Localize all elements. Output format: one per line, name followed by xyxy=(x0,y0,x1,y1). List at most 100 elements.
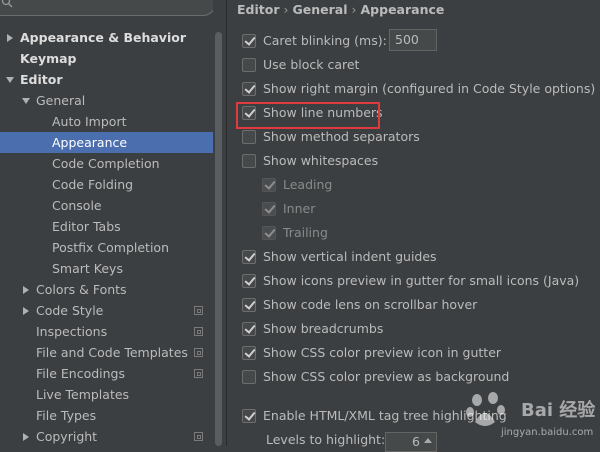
tree-item-label: Editor Tabs xyxy=(52,219,121,234)
project-scope-icon xyxy=(194,432,203,441)
tree-item-label: Code Folding xyxy=(52,177,134,192)
paw-logo-icon xyxy=(466,392,505,426)
tree-item-label: File and Code Templates xyxy=(36,345,188,360)
indent-guides-checkbox[interactable] xyxy=(242,250,256,264)
breadcrumb-separator: › xyxy=(283,2,289,17)
css-color-bg-checkbox[interactable] xyxy=(242,370,256,384)
tree-item-label: File Encodings xyxy=(36,366,126,381)
tree-item-general[interactable]: General xyxy=(0,90,213,111)
caret-blinking-checkbox[interactable] xyxy=(242,34,256,48)
tree-item-label: Console xyxy=(52,198,102,213)
tree-item-label: Code Completion xyxy=(52,156,160,171)
tree-item-inspections[interactable]: Inspections xyxy=(0,321,213,342)
caret-blinking-ms-input[interactable]: 500 xyxy=(389,29,437,51)
appearance-settings-panel: Editor › General › Appearance Caret blinking… xyxy=(227,0,600,452)
option-label: Show breadcrumbs xyxy=(263,321,384,336)
tree-item-editor[interactable]: Editor xyxy=(0,69,213,90)
option-label: Use block caret xyxy=(263,57,360,72)
tree-item-file-encodings[interactable]: File Encodings xyxy=(0,363,213,384)
option-label: Show method separators xyxy=(263,129,420,144)
breadcrumb-item: Editor xyxy=(237,2,280,17)
expand-arrow-icon[interactable] xyxy=(23,433,29,441)
option-label: Inner xyxy=(283,201,316,216)
tree-item-label: Inspections xyxy=(36,324,108,339)
icons-preview-checkbox[interactable] xyxy=(242,274,256,288)
option-label: Show right margin (configured in Code St… xyxy=(263,81,596,96)
trailing-checkbox[interactable] xyxy=(262,226,276,240)
breadcrumbs-checkbox[interactable] xyxy=(242,322,256,336)
tree-item-file-code-templates[interactable]: File and Code Templates xyxy=(0,342,213,363)
option-label: Show whitespaces xyxy=(263,153,379,168)
tree-item-appearance-behavior[interactable]: Appearance & Behavior xyxy=(0,27,213,48)
tree-item-colors-fonts[interactable]: Colors & Fonts xyxy=(0,279,213,300)
tree-item-appearance[interactable]: Appearance xyxy=(0,132,213,153)
breadcrumb-item: General xyxy=(292,2,348,17)
tree-item-label: Colors & Fonts xyxy=(36,282,127,297)
project-scope-icon xyxy=(194,348,203,357)
expand-arrow-icon[interactable] xyxy=(23,307,29,315)
css-color-icon-checkbox[interactable] xyxy=(242,346,256,360)
right-margin-checkbox[interactable] xyxy=(242,82,256,96)
tree-item-code-folding[interactable]: Code Folding xyxy=(0,174,213,195)
tree-item-code-completion[interactable]: Code Completion xyxy=(0,153,213,174)
tree-item-smart-keys[interactable]: Smart Keys xyxy=(0,258,213,279)
tree-item-label: General xyxy=(36,93,86,108)
collapse-arrow-icon[interactable] xyxy=(22,98,30,104)
tree-item-console[interactable]: Console xyxy=(0,195,213,216)
watermark-url: jingyan.baidu.com xyxy=(501,427,594,438)
tree-item-code-style[interactable]: Code Style xyxy=(0,300,213,321)
tree-item-label: Copyright xyxy=(36,429,98,444)
option-label: Show CSS color preview as background xyxy=(263,369,510,384)
baidu-jingyan-watermark: Bai 经验 jingyan.baidu.com xyxy=(463,390,600,446)
tree-item-copyright[interactable]: Copyright xyxy=(0,426,213,446)
levels-to-highlight-label: Levels to highlight: xyxy=(266,432,386,447)
html-tag-tree-checkbox[interactable] xyxy=(242,409,256,423)
tree-item-label: Keymap xyxy=(20,51,77,66)
levels-to-highlight-spinner[interactable]: 6 xyxy=(385,432,437,452)
watermark-brand: Bai 经验 xyxy=(521,400,596,421)
tree-item-label: Appearance & Behavior xyxy=(20,30,186,45)
breadcrumb: Editor › General › Appearance xyxy=(237,1,444,19)
tree-item-postfix-completion[interactable]: Postfix Completion xyxy=(0,237,213,258)
tree-item-label: Editor xyxy=(20,72,63,87)
tree-item-label: Postfix Completion xyxy=(52,240,169,255)
spinner-up-icon[interactable] xyxy=(424,438,432,443)
settings-search-input[interactable] xyxy=(0,0,213,16)
whitespaces-checkbox[interactable] xyxy=(242,154,256,168)
block-caret-checkbox[interactable] xyxy=(242,58,256,72)
tree-item-label: Code Style xyxy=(36,303,104,318)
inner-checkbox[interactable] xyxy=(262,202,276,216)
tree-item-editor-tabs[interactable]: Editor Tabs xyxy=(0,216,213,237)
project-scope-icon xyxy=(194,306,203,315)
option-label: Show CSS color preview icon in gutter xyxy=(263,345,502,360)
tree-item-label: File Types xyxy=(36,408,97,423)
spinner-value: 6 xyxy=(412,434,420,449)
option-label: Show icons preview in gutter for small i… xyxy=(263,273,580,288)
project-scope-icon xyxy=(194,327,203,336)
collapse-arrow-icon[interactable] xyxy=(6,77,14,83)
option-label: Show code lens on scrollbar hover xyxy=(263,297,478,312)
expand-arrow-icon[interactable] xyxy=(23,286,29,294)
option-label: Leading xyxy=(283,177,333,192)
annotation-highlight-box xyxy=(236,102,380,129)
tree-item-label: Smart Keys xyxy=(52,261,123,276)
option-label: Caret blinking (ms): xyxy=(263,33,387,48)
breadcrumb-item: Appearance xyxy=(360,2,445,17)
tree-item-label: Appearance xyxy=(52,135,128,150)
settings-sidebar: Appearance & Behavior Keymap Editor Gene… xyxy=(0,0,213,446)
tree-item-file-types[interactable]: File Types xyxy=(0,405,213,426)
leading-checkbox[interactable] xyxy=(262,178,276,192)
option-label: Trailing xyxy=(283,225,328,240)
tree-item-auto-import[interactable]: Auto Import xyxy=(0,111,213,132)
project-scope-icon xyxy=(194,369,203,378)
sidebar-scrollbar-thumb[interactable] xyxy=(215,32,222,446)
code-lens-checkbox[interactable] xyxy=(242,298,256,312)
breadcrumb-separator: › xyxy=(351,2,357,17)
search-icon xyxy=(1,0,13,11)
expand-arrow-icon[interactable] xyxy=(7,34,13,42)
tree-item-label: Live Templates xyxy=(36,387,130,402)
tree-item-keymap[interactable]: Keymap xyxy=(0,48,213,69)
method-separators-checkbox[interactable] xyxy=(242,130,256,144)
tree-item-label: Auto Import xyxy=(52,114,127,129)
tree-item-live-templates[interactable]: Live Templates xyxy=(0,384,213,405)
